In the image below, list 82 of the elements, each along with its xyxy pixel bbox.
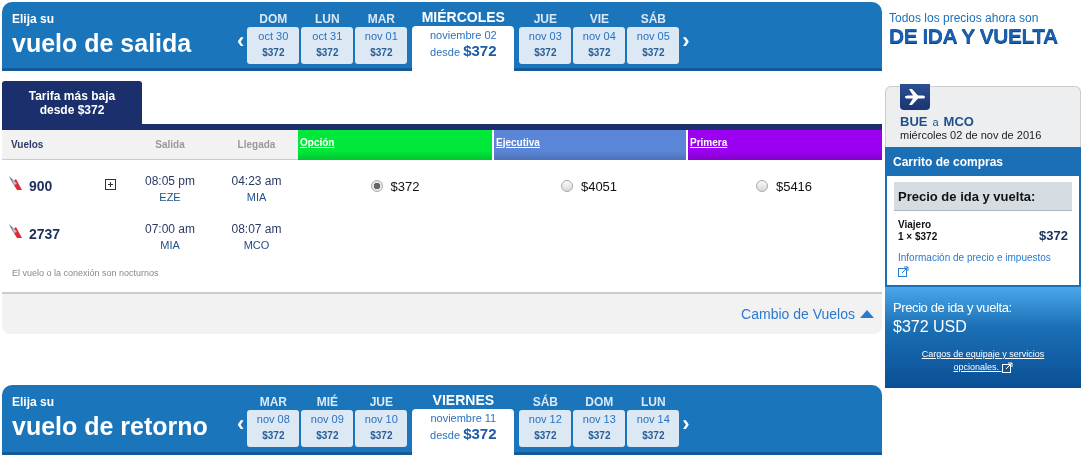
external-link-icon (898, 265, 909, 277)
expand-icon[interactable] (105, 179, 116, 190)
weekday-label: SÁB (531, 395, 559, 409)
total-label: Precio de ida y vuelta: (893, 300, 1013, 315)
total-amount: $372 USD (893, 318, 968, 336)
origin-code: BUE (900, 114, 928, 129)
airport-code: EZE (159, 191, 181, 203)
date-card[interactable]: noviembre 11 desde $372 (412, 409, 515, 455)
fare-radio[interactable] (560, 180, 573, 192)
change-flights-link[interactable]: Cambio de Vuelos (741, 306, 855, 322)
weekday-label: MIÉRCOLES (420, 9, 506, 25)
weekday-label: MAR (366, 12, 396, 26)
fare-class-link[interactable]: Primera (690, 137, 728, 148)
airport-code: MCO (243, 239, 270, 251)
date-card[interactable]: nov 03 $372 (519, 27, 572, 64)
date-card[interactable]: nov 13 $372 (573, 410, 626, 447)
date-card[interactable]: nov 04 $372 (573, 27, 626, 64)
column-header: Salida (125, 130, 215, 160)
baggage-fees-link[interactable]: Cargos de equipaje y servicios opcionales. (893, 348, 1073, 374)
fare-class-link[interactable]: Ejecutiva (496, 137, 540, 148)
date-card[interactable]: nov 01 $372 (355, 27, 408, 64)
cart-amount: $372 (1039, 228, 1068, 243)
fare-price: $4051 (580, 179, 618, 194)
previous-button[interactable]: ‹ (234, 26, 248, 56)
date-card[interactable]: oct 31 $372 (301, 27, 354, 64)
weekday-label: LUN (640, 395, 667, 409)
departure-time: 08:05 pm (144, 174, 195, 188)
section-title: vuelo de salida (12, 29, 192, 58)
flight-number: 900 (29, 178, 54, 194)
caret-up-icon (860, 310, 874, 318)
kicker-text: Elija su (12, 395, 55, 409)
weekday-label: VIERNES (431, 392, 496, 408)
date-card[interactable]: nov 14 $372 (627, 410, 680, 447)
fare-price: $372 (390, 179, 420, 194)
promo-text: Todos los precios ahora son (889, 11, 1040, 25)
next-button[interactable]: › (679, 409, 693, 439)
destination-code: MCO (943, 114, 974, 129)
cart-title: Carrito de compras (893, 154, 1004, 169)
lowest-fare-tab[interactable]: Tarifa más baja desde $372 (2, 81, 142, 124)
kicker-text: Elija su (12, 12, 55, 26)
date-card[interactable]: noviembre 02 desde $372 (412, 26, 515, 71)
next-button[interactable]: › (679, 26, 693, 56)
fare-radio[interactable] (370, 180, 383, 192)
column-header: Vuelos (2, 130, 125, 160)
weekday-label: LUN (314, 12, 341, 26)
traveler-label: Viajero (898, 219, 933, 231)
external-link-icon (1001, 362, 1013, 374)
traveler-quantity: 1 × $372 (898, 231, 938, 243)
weekday-label: DOM (584, 395, 615, 409)
price-heading-text: Precio de ida y vuelta: (898, 189, 1036, 204)
promo-headline: DE IDA Y VUELTA (889, 25, 1059, 47)
weekday-label: SÁB (639, 12, 667, 26)
weekday-label: JUE (532, 12, 558, 26)
airplane-icon (900, 84, 930, 110)
weekday-label: JUE (368, 395, 394, 409)
airport-code: MIA (246, 191, 267, 203)
column-header: Llegada (215, 130, 298, 160)
date-card[interactable]: nov 12 $372 (519, 410, 572, 447)
flight-number: 2737 (29, 226, 62, 242)
arrival-time: 04:23 am (231, 174, 282, 188)
night-flight-note: El vuelo o la conexión son nocturnos (12, 268, 160, 278)
weekday-label: MAR (258, 395, 288, 409)
airport-code: MIA (160, 239, 180, 251)
date-card[interactable]: nov 08 $372 (247, 410, 300, 447)
price-info-link[interactable]: Información de precio e impuestos (894, 243, 1072, 277)
weekday-label: MIÉ (315, 395, 339, 409)
date-card[interactable]: oct 30 $372 (247, 27, 300, 64)
date-card[interactable]: nov 09 $372 (301, 410, 354, 447)
weekday-label: DOM (258, 12, 289, 26)
route-connector: a (932, 116, 939, 128)
arrival-time: 08:07 am (231, 222, 282, 236)
date-card[interactable]: nov 10 $372 (355, 410, 408, 447)
departure-time: 07:00 am (144, 222, 195, 236)
airline-tail-icon (8, 175, 23, 191)
section-title: vuelo de retorno (12, 412, 208, 441)
weekday-label: VIE (588, 12, 610, 26)
route-date: miércoles 02 de nov de 2016 (900, 129, 1042, 141)
fare-price: $5416 (775, 179, 813, 194)
previous-button[interactable]: ‹ (234, 409, 248, 439)
date-card[interactable]: nov 05 $372 (627, 27, 680, 64)
fare-radio[interactable] (755, 180, 768, 192)
airline-tail-icon (8, 223, 23, 239)
